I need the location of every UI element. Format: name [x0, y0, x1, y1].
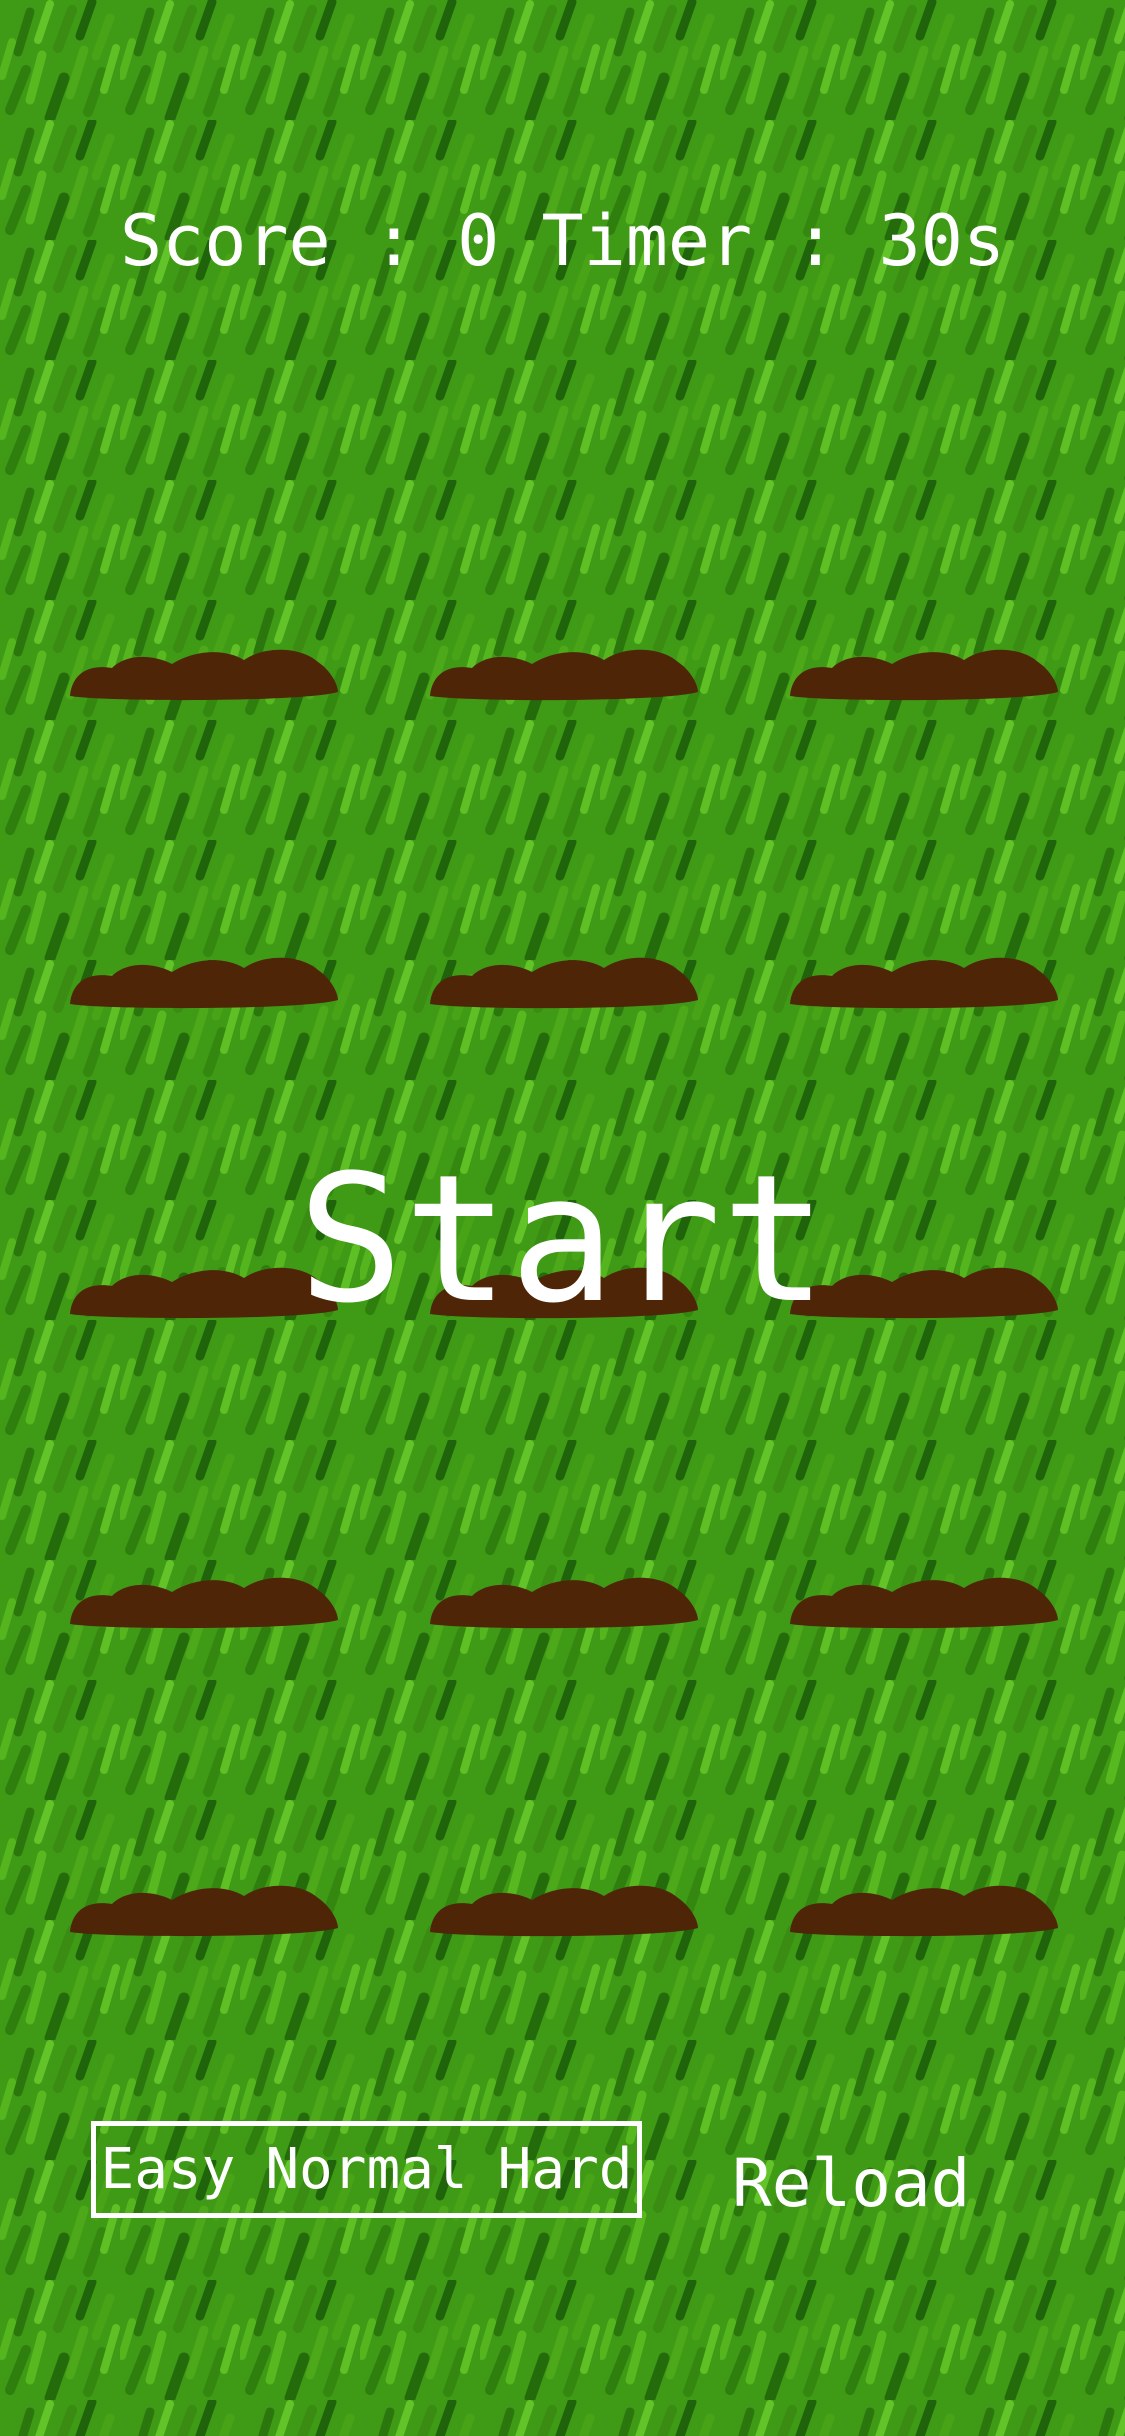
- mole-hole[interactable]: [788, 1876, 1060, 1938]
- reload-button[interactable]: Reload: [732, 2142, 970, 2226]
- mole-hole[interactable]: [68, 1568, 340, 1630]
- dirt-mound-icon: [790, 649, 1058, 701]
- dirt-mound-icon: [70, 1577, 338, 1629]
- timer-label: Timer: [541, 200, 753, 282]
- mole-hole[interactable]: [428, 1876, 700, 1938]
- mole-hole[interactable]: [68, 1876, 340, 1938]
- timer-value: 30s: [878, 200, 1006, 282]
- dirt-mound-icon: [430, 1885, 698, 1937]
- dirt-mound-icon: [430, 649, 698, 701]
- score-value: 0: [457, 200, 500, 282]
- dirt-mound-icon: [430, 957, 698, 1009]
- score-label: Score: [119, 200, 331, 282]
- dirt-mound-icon: [70, 649, 338, 701]
- dirt-mound-icon: [70, 957, 338, 1009]
- mole-hole[interactable]: [68, 948, 340, 1010]
- mole-hole[interactable]: [68, 640, 340, 702]
- difficulty-easy-button[interactable]: Easy: [100, 2135, 235, 2205]
- mole-hole[interactable]: [428, 948, 700, 1010]
- mole-hole[interactable]: [428, 1568, 700, 1630]
- timer-separator: :: [794, 200, 837, 282]
- dirt-mound-icon: [70, 1885, 338, 1937]
- mole-hole[interactable]: [428, 640, 700, 702]
- mole-hole[interactable]: [788, 1568, 1060, 1630]
- score-separator: :: [372, 200, 415, 282]
- dirt-mound-icon: [790, 1577, 1058, 1629]
- dirt-mound-icon: [430, 1577, 698, 1629]
- difficulty-hard-button[interactable]: Hard: [498, 2135, 633, 2205]
- dirt-mound-icon: [790, 1885, 1058, 1937]
- difficulty-selector: Easy Normal Hard: [91, 2121, 642, 2218]
- mole-hole[interactable]: [788, 948, 1060, 1010]
- difficulty-normal-button[interactable]: Normal: [265, 2135, 467, 2205]
- mole-hole[interactable]: [788, 640, 1060, 702]
- start-button[interactable]: Start: [0, 1140, 1125, 1340]
- dirt-mound-icon: [790, 957, 1058, 1009]
- score-timer-display: Score : 0 Timer : 30s: [0, 196, 1125, 286]
